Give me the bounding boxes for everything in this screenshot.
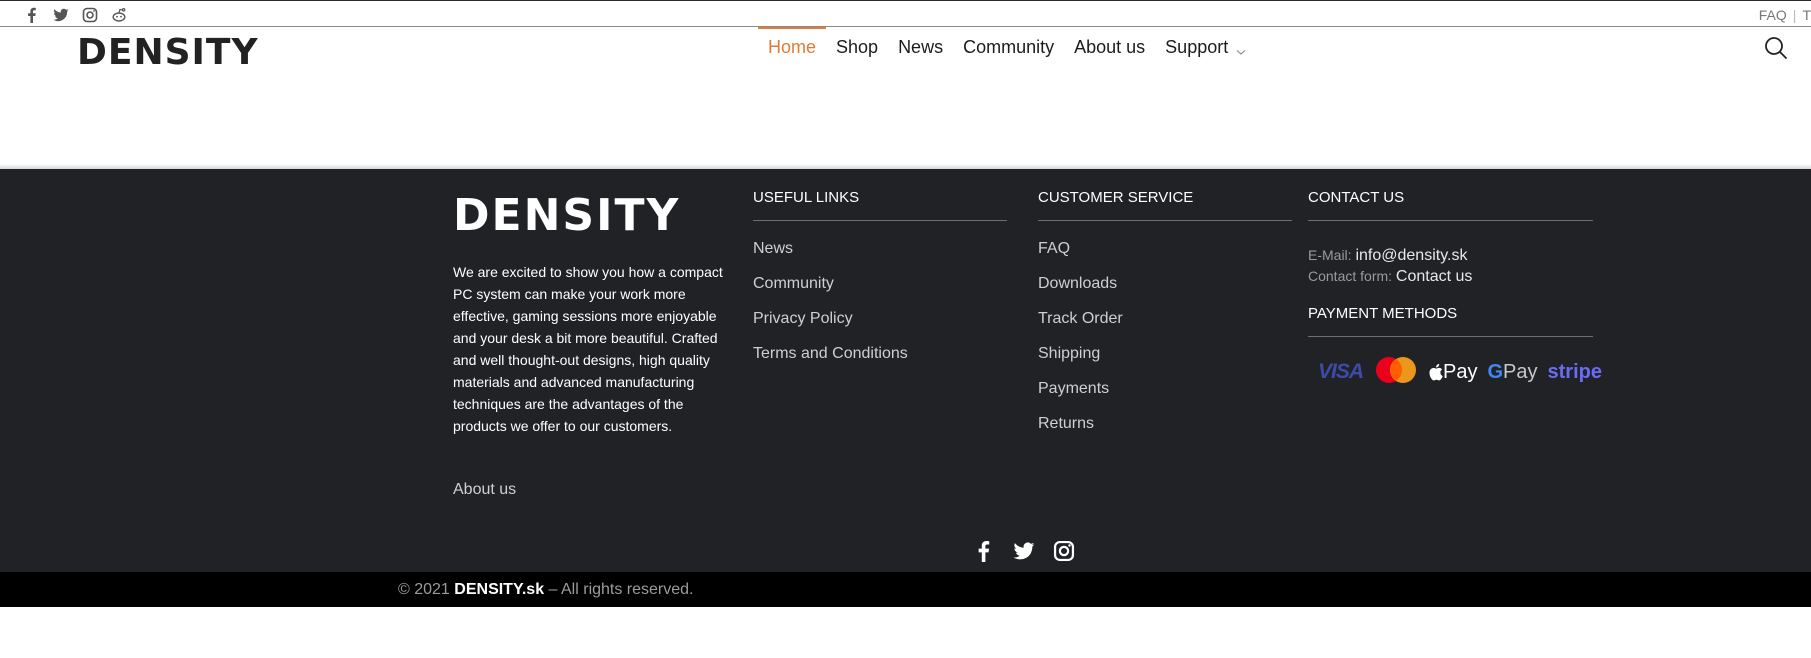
topbar-social-links <box>24 7 127 23</box>
footer-link-track-order[interactable]: Track Order <box>1038 301 1292 336</box>
apple-pay-text: Pay <box>1443 360 1478 383</box>
footer-link-payments[interactable]: Payments <box>1038 371 1292 406</box>
nav-support-label: Support <box>1165 37 1229 57</box>
footer-link-privacy-policy[interactable]: Privacy Policy <box>753 301 1007 336</box>
site-header: DENSITY Home Shop News Community About u… <box>0 27 1811 167</box>
footer-link-faq[interactable]: FAQ <box>1038 231 1292 266</box>
google-pay-text: Pay <box>1503 360 1538 383</box>
copyright-bar: © 2021 DENSITY.sk – All rights reserved. <box>0 572 1811 607</box>
topbar-link-faq[interactable]: FAQ <box>1759 7 1787 23</box>
footer-link-shipping[interactable]: Shipping <box>1038 336 1292 371</box>
useful-links-column: USEFUL LINKS News Community Privacy Poli… <box>753 189 1007 371</box>
contact-form-line: Contact form: Contact us <box>1308 266 1593 287</box>
nav-about-us[interactable]: About us <box>1064 27 1155 67</box>
top-bar: FAQ | T <box>0 0 1811 27</box>
contact-email-line: E-Mail: info@density.sk <box>1308 245 1593 266</box>
reddit-icon[interactable] <box>111 7 127 23</box>
footer-about-text: We are excited to show you how a compact… <box>453 264 723 434</box>
payment-methods-heading: PAYMENT METHODS <box>1308 305 1593 337</box>
apple-pay-logo: Pay <box>1429 361 1477 384</box>
footer-link-terms[interactable]: Terms and Conditions <box>753 336 1007 371</box>
copyright-brand: DENSITY.sk <box>454 581 545 598</box>
footer-link-community[interactable]: Community <box>753 266 1007 301</box>
nav-news[interactable]: News <box>888 27 953 67</box>
email-link[interactable]: info@density.sk <box>1355 247 1467 264</box>
copyright-text: © 2021 DENSITY.sk – All rights reserved. <box>398 581 694 599</box>
customer-service-column: CUSTOMER SERVICE FAQ Downloads Track Ord… <box>1038 189 1292 441</box>
instagram-icon[interactable] <box>1053 540 1075 562</box>
topbar-links: FAQ | T <box>1759 7 1811 23</box>
facebook-icon[interactable] <box>24 7 40 23</box>
contact-heading: CONTACT US <box>1308 189 1593 221</box>
chevron-down-icon <box>1235 42 1247 55</box>
mastercard-icon <box>1373 355 1419 389</box>
nav-support[interactable]: Support <box>1155 27 1257 67</box>
site-footer: DENSITY We are excited to show you how a… <box>0 169 1811 572</box>
footer-link-news[interactable]: News <box>753 231 1007 266</box>
contact-info: E-Mail: info@density.sk Contact form: Co… <box>1308 245 1593 287</box>
contact-form-label: Contact form: <box>1308 268 1393 284</box>
nav-shop[interactable]: Shop <box>826 27 888 67</box>
twitter-icon[interactable] <box>53 7 69 23</box>
separator: | <box>1792 7 1797 23</box>
google-pay-logo: G Pay <box>1487 361 1537 384</box>
site-logo[interactable]: DENSITY <box>77 31 259 75</box>
contact-form-link[interactable]: Contact us <box>1396 268 1472 285</box>
twitter-icon[interactable] <box>1013 540 1035 562</box>
contact-column: CONTACT US E-Mail: info@density.sk Conta… <box>1308 189 1602 389</box>
footer-link-returns[interactable]: Returns <box>1038 406 1292 441</box>
email-label: E-Mail: <box>1308 247 1352 263</box>
facebook-icon[interactable] <box>973 540 995 562</box>
footer-link-downloads[interactable]: Downloads <box>1038 266 1292 301</box>
google-g-icon: G <box>1487 360 1504 383</box>
copyright-rights: – All rights reserved. <box>548 581 694 598</box>
nav-community[interactable]: Community <box>953 27 1064 67</box>
search-icon[interactable] <box>1763 35 1789 61</box>
topbar-link-truncated[interactable]: T <box>1802 7 1811 23</box>
footer-logo[interactable]: DENSITY <box>453 191 680 241</box>
useful-links-heading: USEFUL LINKS <box>753 189 1007 221</box>
instagram-icon[interactable] <box>82 7 98 23</box>
footer-about-link[interactable]: About us <box>453 481 516 499</box>
main-nav: Home Shop News Community About us Suppor… <box>758 27 1257 67</box>
payment-logos: VISA Pay G Pay stripe <box>1308 355 1602 389</box>
copyright-year: © 2021 <box>398 581 450 598</box>
footer-social-links <box>973 540 1075 562</box>
nav-home[interactable]: Home <box>758 27 827 67</box>
customer-service-heading: CUSTOMER SERVICE <box>1038 189 1292 221</box>
visa-logo: VISA <box>1318 360 1364 383</box>
stripe-logo: stripe <box>1547 360 1602 383</box>
